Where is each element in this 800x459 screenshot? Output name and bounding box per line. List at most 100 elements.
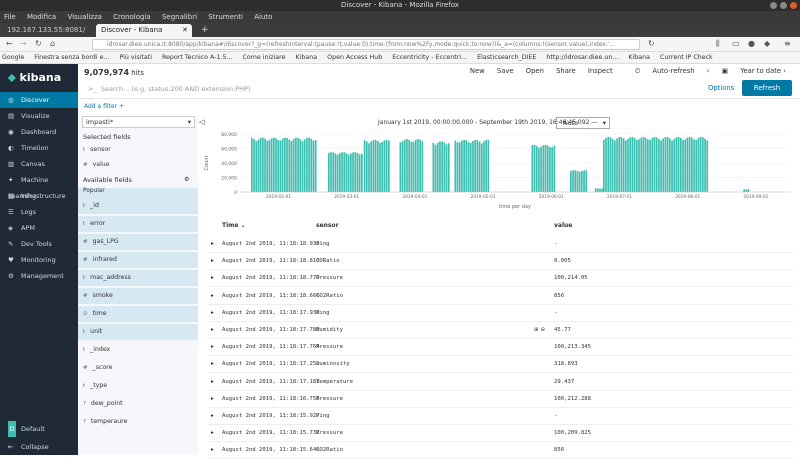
expand-row-icon[interactable]: ▸ bbox=[211, 391, 214, 408]
sidebar-item-infrastructure[interactable]: ▦ Infrastructure bbox=[0, 188, 78, 204]
close-icon[interactable] bbox=[790, 2, 797, 9]
sidebar-item-machine-learning[interactable]: ✦ Machine Learning bbox=[0, 172, 78, 200]
new-tab-button[interactable]: + bbox=[196, 24, 214, 37]
menu-file[interactable]: File bbox=[4, 13, 16, 21]
add-filter-button[interactable]: Add a filter + bbox=[84, 103, 124, 110]
field-item-unit[interactable]: t unit bbox=[78, 324, 198, 340]
minimize-icon[interactable] bbox=[770, 2, 777, 9]
field-item-gas_LPG[interactable]: # gas_LPG bbox=[78, 234, 198, 250]
sidebar-item-monitoring[interactable]: ♥ Monitoring bbox=[0, 252, 78, 268]
expand-row-icon[interactable]: ▸ bbox=[211, 253, 214, 270]
options-button[interactable]: Options bbox=[708, 84, 734, 92]
tab-host[interactable]: 192.167.133.55:8081/ bbox=[2, 24, 94, 37]
url-bar[interactable]: idrosar.diee.unica.it:8080/app/kibana#/d… bbox=[92, 39, 640, 50]
auto-refresh-button[interactable]: ⏲ Auto-refresh bbox=[625, 67, 695, 75]
table-row[interactable]: ▸ August 2nd 2019, 11:18:15.731 Pressure 10… bbox=[208, 425, 793, 443]
save-button[interactable]: Save bbox=[497, 67, 514, 75]
expand-row-icon[interactable]: ▸ bbox=[211, 356, 214, 373]
collapse-button[interactable]: ⇤ Collapse bbox=[0, 439, 78, 455]
sidebar-item-canvas[interactable]: ▨ Canvas bbox=[0, 156, 78, 172]
column-header-value[interactable]: value bbox=[554, 222, 572, 229]
menu-history[interactable]: Cronologia bbox=[113, 13, 151, 21]
space-selector[interactable]: D Default bbox=[0, 421, 78, 437]
expand-row-icon[interactable]: ▸ bbox=[211, 374, 214, 391]
menu-view[interactable]: Visualizza bbox=[67, 13, 101, 21]
sidebar-item-apm[interactable]: ◈ APM bbox=[0, 220, 78, 236]
sidebar-item-logs[interactable]: ☰ Logs bbox=[0, 204, 78, 220]
field-item-value[interactable]: # value bbox=[78, 157, 198, 173]
expand-row-icon[interactable]: ▸ bbox=[211, 288, 214, 305]
table-row[interactable]: ▸ August 2nd 2019, 11:18:17.930 Ping - bbox=[208, 305, 793, 322]
bookmark-item[interactable]: Report Tecnico A-1.5... bbox=[162, 54, 233, 61]
table-row[interactable]: ▸ August 2nd 2019, 11:18:15.927 Ping - bbox=[208, 408, 793, 425]
expand-row-icon[interactable]: ▸ bbox=[211, 442, 214, 459]
bookmark-item[interactable]: Finestra senza bordi e... bbox=[34, 54, 109, 61]
open-button[interactable]: Open bbox=[526, 67, 544, 75]
interval-select[interactable]: Auto ▾ bbox=[556, 117, 610, 129]
table-row[interactable]: ▸ August 2nd 2019, 11:18:17.259 Luminosity… bbox=[208, 356, 793, 374]
time-picker[interactable]: ‹ ▣ Year to date › bbox=[707, 67, 786, 75]
field-item-_score[interactable]: # _score bbox=[78, 360, 198, 376]
sidebar-item-dev-tools[interactable]: ✎ Dev Tools bbox=[0, 236, 78, 252]
bookmark-item[interactable]: Più visitati bbox=[120, 54, 152, 61]
expand-row-icon[interactable]: ▸ bbox=[211, 305, 214, 322]
settings-icon[interactable]: ⚙ bbox=[184, 176, 189, 183]
column-header-time[interactable]: Time ⌄ bbox=[222, 222, 246, 229]
table-row[interactable]: ▸ August 2nd 2019, 11:18:15.646 CO2Ratio 85… bbox=[208, 442, 793, 459]
library-icon[interactable]: ⫼ bbox=[716, 39, 720, 49]
bookmark-item[interactable]: Elasticsearch_DIEE bbox=[477, 54, 536, 61]
field-item-temperaure[interactable]: ? temperaure bbox=[78, 414, 198, 430]
tab-close-icon[interactable]: ✕ bbox=[182, 24, 188, 37]
hamburger-menu-icon[interactable]: ≡ bbox=[784, 39, 791, 48]
inspect-button[interactable]: Inspect bbox=[588, 67, 613, 75]
bookmark-item[interactable]: Kibana bbox=[628, 54, 650, 61]
bookmark-item[interactable]: Current IP Check bbox=[660, 54, 713, 61]
extension-icon[interactable]: ◆ bbox=[764, 39, 770, 48]
field-item-_index[interactable]: t _index bbox=[78, 342, 198, 358]
account-icon[interactable]: ● bbox=[748, 39, 755, 48]
table-row[interactable]: ▸ August 2nd 2019, 11:18:16.756 Pressure 10… bbox=[208, 391, 793, 408]
forward-icon[interactable]: → bbox=[20, 39, 27, 48]
table-row[interactable]: ▸ August 2nd 2019, 11:18:17.183 Temperatur… bbox=[208, 374, 793, 391]
field-item-mac_address[interactable]: t mac_address bbox=[78, 270, 198, 286]
menu-edit[interactable]: Modifica bbox=[27, 13, 56, 21]
expand-row-icon[interactable]: ▸ bbox=[211, 270, 214, 287]
menu-bookmarks[interactable]: Segnalibri bbox=[162, 13, 197, 21]
bookmark-item[interactable]: Kibana bbox=[296, 54, 318, 61]
sidebar-item-dashboard[interactable]: ◉ Dashboard bbox=[0, 124, 78, 140]
table-row[interactable]: ▸ August 2nd 2019, 11:18:18.813 CORatio 0.0… bbox=[208, 253, 793, 271]
table-row[interactable]: ▸ August 2nd 2019, 11:18:18.933 Ping - bbox=[208, 236, 793, 253]
filter-value-icon[interactable]: ⊕ ⊖ bbox=[534, 322, 545, 339]
sidebar-icon[interactable]: ▭ bbox=[732, 39, 740, 48]
search-input[interactable]: >_ Search... (e.g. status:200 AND extens… bbox=[82, 82, 692, 96]
sidebar-item-timelion[interactable]: ◐ Timelion bbox=[0, 140, 78, 156]
field-item-_type[interactable]: t _type bbox=[78, 378, 198, 394]
expand-row-icon[interactable]: ▸ bbox=[211, 425, 214, 442]
bookmark-item[interactable]: Eccentricity - Eccentri... bbox=[392, 54, 467, 61]
field-item-_id[interactable]: t _id bbox=[78, 198, 198, 214]
sidebar-item-visualize[interactable]: ▤ Visualize bbox=[0, 108, 78, 124]
expand-row-icon[interactable]: ▸ bbox=[211, 322, 214, 339]
collapse-fields-icon[interactable]: ◁ bbox=[199, 118, 204, 126]
menu-help[interactable]: Aiuto bbox=[254, 13, 272, 21]
field-item-sensor[interactable]: t sensor bbox=[78, 142, 198, 158]
tab-discover[interactable]: Discover - Kibana ✕ bbox=[96, 24, 192, 37]
field-item-time[interactable]: ⊙ time bbox=[78, 306, 198, 322]
reload-icon[interactable]: ↻ bbox=[35, 39, 42, 48]
new-button[interactable]: New bbox=[470, 67, 485, 75]
bookmark-item[interactable]: Google bbox=[2, 54, 24, 61]
maximize-icon[interactable] bbox=[780, 2, 787, 9]
table-row[interactable]: ▸ August 2nd 2019, 11:18:18.666 CO2Ratio 85… bbox=[208, 288, 793, 305]
table-row[interactable]: ▸ August 2nd 2019, 11:18:18.779 Pressure 10… bbox=[208, 270, 793, 288]
field-item-smoke[interactable]: # smoke bbox=[78, 288, 198, 304]
column-header-sensor[interactable]: sensor bbox=[316, 222, 339, 229]
bookmark-item[interactable]: Open Access Hub bbox=[327, 54, 382, 61]
sidebar-item-discover[interactable]: ◎ Discover bbox=[0, 92, 78, 108]
histogram-chart[interactable]: 0 20,000 40,000 60,000 80,000 Count 2019-02-01… bbox=[200, 132, 795, 216]
menu-tools[interactable]: Strumenti bbox=[208, 13, 243, 21]
expand-row-icon[interactable]: ▸ bbox=[211, 339, 214, 356]
table-row[interactable]: ▸ August 2nd 2019, 11:18:17.780 Humidity ⊕ … bbox=[208, 322, 793, 339]
sidebar-item-management[interactable]: ⚙ Management bbox=[0, 268, 78, 284]
kibana-logo[interactable]: ⬥ kibana bbox=[0, 64, 78, 92]
field-item-dew_point[interactable]: ? dew_point bbox=[78, 396, 198, 412]
